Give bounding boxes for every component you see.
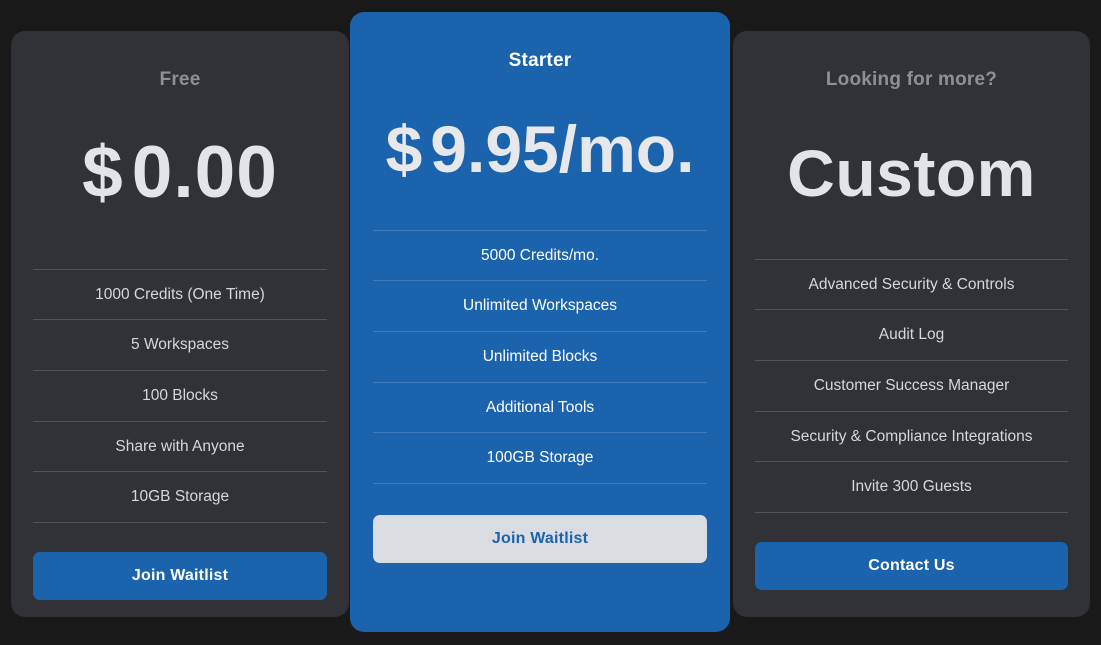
feature-item: Invite 300 Guests	[755, 461, 1068, 513]
pricing-card-starter: Starter $9.95/mo. 5000 Credits/mo. Unlim…	[350, 12, 730, 632]
feature-item: 5000 Credits/mo.	[373, 230, 707, 281]
plan-price-free: $0.00	[82, 136, 278, 209]
plan-name-custom: Looking for more?	[826, 69, 997, 92]
plan-price-custom: Custom	[787, 140, 1036, 206]
pricing-card-custom: Looking for more? Custom Advanced Securi…	[733, 31, 1090, 617]
plan-name-free: Free	[160, 69, 201, 92]
price-currency-free: $	[82, 136, 124, 209]
feature-item: Unlimited Workspaces	[373, 280, 707, 331]
feature-item: 100 Blocks	[33, 370, 327, 421]
price-amount-free: 0.00	[132, 132, 278, 213]
feature-list-free: 1000 Credits (One Time) 5 Workspaces 100…	[33, 269, 327, 523]
join-waitlist-button-free[interactable]: Join Waitlist	[33, 552, 327, 600]
pricing-plans-container: Free $0.00 1000 Credits (One Time) 5 Wor…	[0, 0, 1101, 645]
price-amount-starter: 9.95/mo.	[430, 112, 694, 186]
feature-item: Security & Compliance Integrations	[755, 411, 1068, 462]
plan-name-starter: Starter	[509, 50, 572, 73]
feature-item: 10GB Storage	[33, 471, 327, 523]
feature-list-custom: Advanced Security & Controls Audit Log C…	[755, 259, 1068, 513]
feature-item: 100GB Storage	[373, 432, 707, 484]
price-currency-starter: $	[386, 116, 423, 182]
feature-item: Unlimited Blocks	[373, 331, 707, 382]
feature-item: Additional Tools	[373, 382, 707, 433]
feature-list-starter: 5000 Credits/mo. Unlimited Workspaces Un…	[373, 230, 707, 484]
contact-us-button-custom[interactable]: Contact Us	[755, 542, 1068, 590]
feature-item: Audit Log	[755, 309, 1068, 360]
feature-item: Share with Anyone	[33, 421, 327, 472]
feature-item: 1000 Credits (One Time)	[33, 269, 327, 320]
price-amount-custom: Custom	[787, 136, 1036, 210]
plan-price-starter: $9.95/mo.	[386, 116, 695, 182]
feature-item: Customer Success Manager	[755, 360, 1068, 411]
pricing-card-free: Free $0.00 1000 Credits (One Time) 5 Wor…	[11, 31, 349, 617]
feature-item: Advanced Security & Controls	[755, 259, 1068, 310]
join-waitlist-button-starter[interactable]: Join Waitlist	[373, 515, 707, 563]
feature-item: 5 Workspaces	[33, 319, 327, 370]
